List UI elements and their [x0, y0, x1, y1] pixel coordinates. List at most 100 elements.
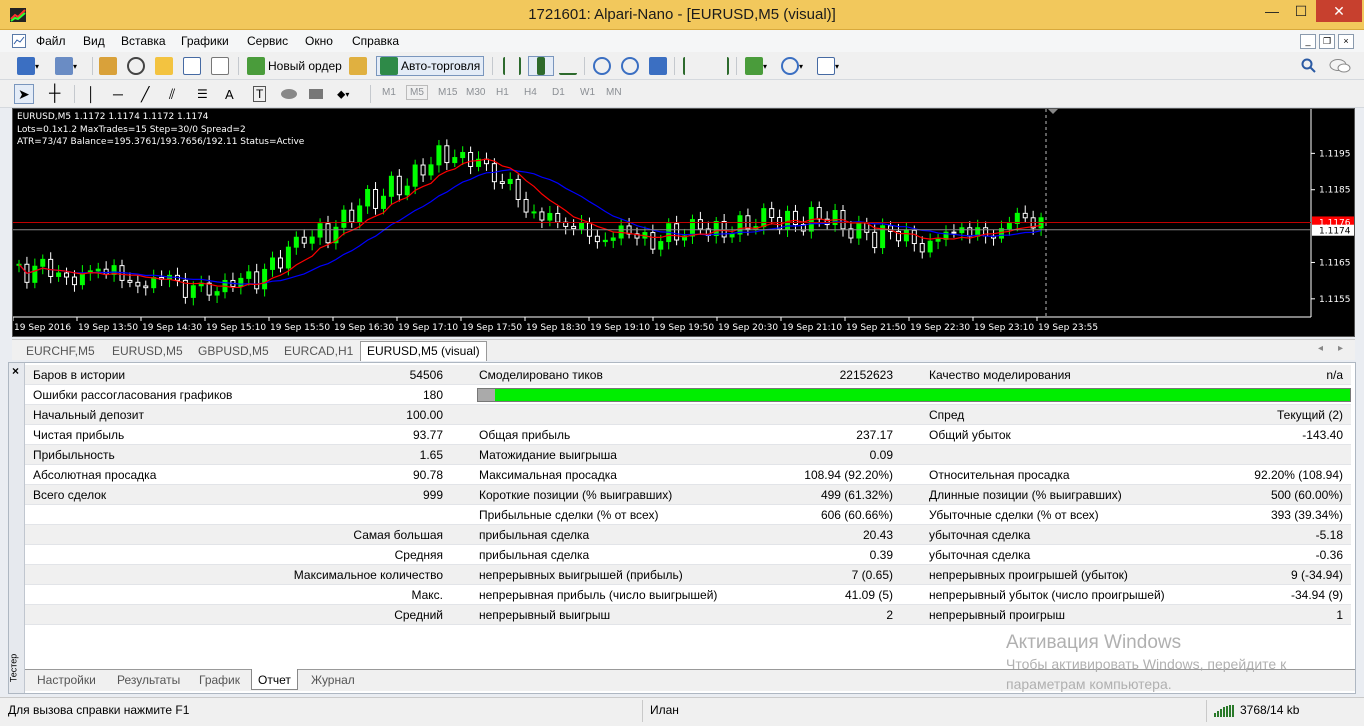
templates-button[interactable]: ▾	[814, 56, 842, 76]
vertical-line-button[interactable]: │	[84, 84, 99, 104]
candle-body	[64, 272, 70, 278]
new-chart-button[interactable]: ▾	[14, 56, 42, 76]
tab-scroll-right-icon[interactable]: ▸	[1338, 343, 1343, 354]
menu-help[interactable]: Справка	[352, 34, 399, 48]
tile-windows-button[interactable]	[646, 56, 670, 76]
chat-button[interactable]	[1326, 56, 1354, 76]
candle-body	[151, 277, 157, 289]
zoom-out-button[interactable]	[618, 56, 642, 76]
timeframe-h4[interactable]: H4	[524, 87, 537, 98]
line-chart-button[interactable]	[556, 56, 580, 76]
timeframe-h1[interactable]: H1	[496, 87, 509, 98]
chart-window-icon[interactable]	[12, 34, 26, 48]
candle-body	[1006, 222, 1012, 230]
tab-eurcad-h1[interactable]: EURCAD,H1	[278, 342, 359, 360]
trendline-button[interactable]: ╱	[138, 84, 152, 104]
terminal-icon	[183, 57, 201, 75]
report-value: 90.78	[412, 468, 443, 482]
profiles-button[interactable]: ▾	[52, 56, 80, 76]
price-chart[interactable]: 1.1195 1.1185 1.1165 1.1155 1.1176 1.1174 19 S…	[12, 108, 1355, 337]
metaeditor-button[interactable]	[346, 56, 370, 76]
menu-file[interactable]: Файл	[36, 34, 66, 48]
candle-body	[848, 228, 854, 239]
candle-body	[1014, 212, 1020, 224]
candle-body	[911, 229, 917, 245]
new-order-button[interactable]: Новый ордер	[244, 56, 345, 76]
time-tick-label: 19 Sep 21:50	[846, 323, 906, 333]
candle-body	[935, 238, 941, 242]
candle-body	[571, 225, 577, 230]
candle-chart-button[interactable]	[528, 56, 554, 76]
tab-eurchf-m5[interactable]: EURCHF,M5	[20, 342, 101, 360]
tester-button[interactable]	[208, 56, 232, 76]
tab-scroll-left-icon[interactable]: ◂	[1318, 343, 1323, 354]
report-label: Смоделировано тиков	[479, 368, 603, 382]
report-label: Спред	[929, 408, 965, 422]
market-watch-button[interactable]	[96, 56, 120, 76]
timeframe-m1[interactable]: M1	[382, 87, 396, 98]
search-button[interactable]	[1298, 56, 1320, 76]
bar-chart-button[interactable]	[500, 56, 524, 76]
autoscroll-button[interactable]	[680, 56, 704, 76]
status-traffic: 3768/14 kb	[1240, 703, 1300, 717]
text-label-button[interactable]: T	[250, 84, 269, 104]
minimize-button[interactable]: —	[1258, 0, 1286, 22]
candlestick-icon	[537, 57, 545, 75]
close-button[interactable]: ✕	[1316, 0, 1362, 22]
fibonacci-button[interactable]: ☰	[194, 84, 211, 104]
data-window-button[interactable]	[124, 56, 148, 76]
candle-body	[428, 164, 434, 176]
auto-trading-button[interactable]: Авто-торговля	[376, 56, 485, 76]
channel-button[interactable]: ⫽	[166, 84, 178, 104]
timeframe-m5[interactable]: M5	[406, 85, 428, 100]
indicators-button[interactable]: ▾	[742, 56, 770, 76]
tab-settings[interactable]: Настройки	[31, 673, 102, 687]
tab-eurusd-m5[interactable]: EURUSD,M5	[106, 342, 189, 360]
crosshair-icon: ┼	[49, 85, 61, 102]
toolbar-divider	[674, 57, 675, 75]
timeframe-m15[interactable]: M15	[438, 87, 457, 98]
navigator-button[interactable]	[152, 56, 176, 76]
text-button[interactable]: A	[222, 84, 237, 104]
periods-button[interactable]: ▾	[778, 56, 806, 76]
timeframe-w1[interactable]: W1	[580, 87, 595, 98]
report-label: Всего сделок	[33, 488, 107, 502]
report-label: непрерывных выигрышей (прибыль)	[479, 568, 683, 582]
tab-journal[interactable]: Журнал	[305, 673, 361, 687]
maximize-button[interactable]: ☐	[1287, 0, 1315, 22]
menu-tools[interactable]: Сервис	[247, 34, 288, 48]
timeframe-d1[interactable]: D1	[552, 87, 565, 98]
menu-charts[interactable]: Графики	[181, 34, 229, 48]
horizontal-line-button[interactable]: ─	[110, 84, 126, 104]
table-row: Начальный депозит 100.00 Спред Текущий (…	[25, 405, 1351, 425]
report-value: 7 (0.65)	[851, 568, 893, 582]
ellipse-button[interactable]	[278, 84, 300, 104]
crosshair-button[interactable]: ┼	[46, 84, 63, 104]
tester-close-icon[interactable]: ×	[12, 364, 19, 378]
horizontal-line-icon: ─	[113, 86, 123, 102]
cursor-button[interactable]: ➤	[14, 84, 34, 104]
mdi-minimize-button[interactable]: _	[1300, 34, 1316, 49]
menu-insert[interactable]: Вставка	[121, 34, 166, 48]
timeframe-m30[interactable]: M30	[466, 87, 485, 98]
mdi-close-button[interactable]: ×	[1338, 34, 1354, 49]
arrows-button[interactable]: ⬥ ▾	[334, 84, 352, 104]
menu-window[interactable]: Окно	[305, 34, 333, 48]
terminal-button[interactable]	[180, 56, 204, 76]
report-value: 606 (60.66%)	[820, 508, 893, 522]
new-order-label: Новый ордер	[268, 59, 342, 73]
rectangle-button[interactable]	[306, 84, 326, 104]
chart-shift-button[interactable]	[708, 56, 732, 76]
tab-eurusd-m5-visual[interactable]: EURUSD,M5 (visual)	[360, 341, 487, 361]
menu-view[interactable]: Вид	[83, 34, 105, 48]
tab-gbpusd-m5[interactable]: GBPUSD,M5	[192, 342, 275, 360]
timeframe-mn[interactable]: MN	[606, 87, 622, 98]
tab-graph[interactable]: График	[193, 673, 246, 687]
mdi-restore-button[interactable]: ❐	[1319, 34, 1335, 49]
zoom-in-button[interactable]	[590, 56, 614, 76]
tab-results[interactable]: Результаты	[111, 673, 186, 687]
table-row: Самая большая прибыльная сделка 20.43 уб…	[25, 525, 1351, 545]
tab-report[interactable]: Отчет	[251, 669, 298, 690]
zoom-out-icon	[621, 57, 639, 75]
candle-body	[246, 271, 252, 279]
